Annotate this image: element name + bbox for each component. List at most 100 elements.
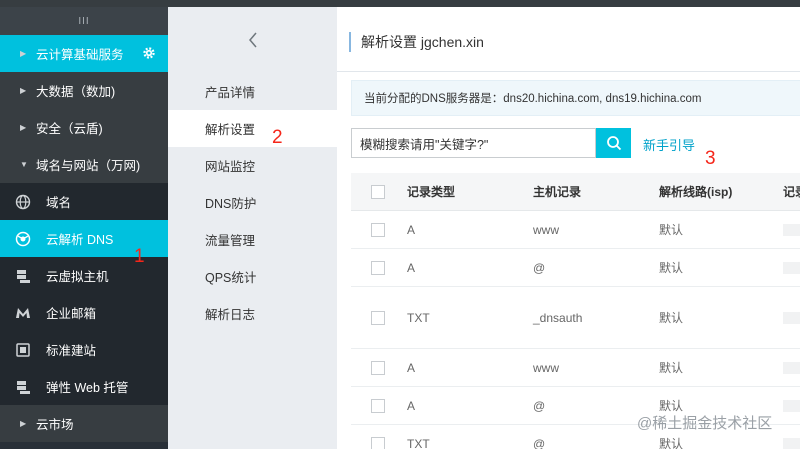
sidebar-group-cloud-basic[interactable]: ▶ 云计算基础服务 [0, 35, 168, 72]
sidebar-group-label: 大数据（数加) [36, 85, 116, 99]
subnav-label: DNS防护 [205, 197, 257, 211]
cell-type: TXT [407, 310, 430, 325]
blurred-value [783, 361, 800, 374]
row-checkbox[interactable] [371, 310, 385, 325]
caret-right-icon: ▶ [20, 419, 27, 428]
dns-server-notice: 当前分配的DNS服务器是：dns20.hichina.com, dns19.hi… [351, 80, 800, 116]
subnav-item-product-details[interactable]: 产品详情 [168, 73, 337, 110]
cell-line: 默认 [659, 311, 684, 325]
blurred-value [783, 399, 800, 412]
subnav-item-traffic-management[interactable]: 流量管理 [168, 221, 337, 258]
dns-icon [14, 230, 32, 248]
globe-icon [14, 193, 32, 211]
sidebar-group-label: 安全（云盾) [36, 122, 103, 136]
row-checkbox[interactable] [371, 222, 385, 237]
cell-host: _dnsauth [533, 310, 583, 325]
column-header-host: 主机记录 [533, 185, 582, 199]
row-checkbox[interactable] [371, 436, 385, 449]
gear-icon[interactable] [142, 46, 156, 60]
server-icon [14, 267, 32, 285]
subnav-item-dns-protection[interactable]: DNS防护 [168, 184, 337, 221]
subnav-item-dns-logs[interactable]: 解析日志 [168, 295, 337, 332]
column-header-line: 解析线路(isp) [659, 185, 733, 199]
table-row: TXT _dnsauth 默认 [351, 287, 800, 349]
sidebar-item-label: 云解析 DNS [46, 233, 114, 247]
sidebar: III ▶ 云计算基础服务 ▶ 大数据（数加) ▶ 安全（云盾) ▼ 域名与网站… [0, 7, 168, 449]
cell-host: www [533, 222, 559, 237]
watermark: @稀土掘金技术社区 [637, 415, 773, 432]
caret-right-icon: ▶ [20, 123, 27, 132]
subnav-header [168, 7, 337, 73]
sidebar-item-web-hosting[interactable]: 弹性 Web 托管 [0, 368, 168, 405]
sidebar-group-label: 云计算基础服务 [36, 48, 124, 62]
blurred-value [783, 311, 800, 324]
dns-records-table: 记录类型 主机记录 解析线路(isp) 记录 A www 默认 A @ 默认 T… [351, 173, 800, 449]
cell-type: A [407, 360, 416, 375]
subnav-label: 产品详情 [205, 86, 256, 100]
sidebar-group-label: 云市场 [36, 418, 74, 432]
caret-down-icon: ▼ [20, 160, 28, 169]
sidebar-group-domain-website[interactable]: ▼ 域名与网站（万网) [0, 146, 168, 183]
divider [337, 71, 800, 72]
sidebar-item-label: 企业邮箱 [46, 307, 97, 321]
sidebar-group-marketplace[interactable]: ▶ 云市场 [0, 405, 168, 442]
sidebar-item-label: 标准建站 [46, 344, 97, 358]
sidebar-group-security[interactable]: ▶ 安全（云盾) [0, 109, 168, 146]
caret-right-icon: ▶ [20, 49, 27, 58]
cell-type: A [407, 222, 416, 237]
sidebar-item-standard-site[interactable]: 标准建站 [0, 331, 168, 368]
beginner-guide-link[interactable]: 新手引导 [643, 135, 695, 154]
column-header-value: 记录 [783, 185, 800, 199]
row-checkbox[interactable] [371, 360, 385, 375]
cell-host: @ [533, 398, 546, 413]
table-row: A @ 默认 [351, 249, 800, 287]
table-row: A www 默认 [351, 349, 800, 387]
notice-text: 当前分配的DNS服务器是：dns20.hichina.com, dns19.hi… [364, 93, 702, 105]
annotation-step-2: 2 [272, 127, 283, 148]
sidebar-item-label: 弹性 Web 托管 [46, 381, 129, 395]
table-row: A www 默认 [351, 211, 800, 249]
row-checkbox[interactable] [371, 398, 385, 413]
top-bar [0, 0, 800, 7]
cell-type: TXT [407, 436, 430, 449]
search-input[interactable]: 模糊搜索请用"关键字?" [351, 128, 596, 158]
sidebar-item-domain[interactable]: 域名 [0, 183, 168, 220]
subnav-label: 流量管理 [205, 234, 256, 248]
search-button[interactable] [596, 128, 631, 158]
sub-navigation: 产品详情 解析设置 网站监控 DNS防护 流量管理 QPS统计 解析日志 [168, 7, 337, 449]
cell-host: @ [533, 436, 546, 449]
cell-line: 默认 [659, 361, 684, 375]
site-icon [14, 341, 32, 359]
sidebar-item-label: 云虚拟主机 [46, 270, 109, 284]
caret-right-icon: ▶ [20, 86, 27, 95]
hosting-icon [14, 378, 32, 396]
subnav-item-qps-stats[interactable]: QPS统计 [168, 258, 337, 295]
subnav-item-site-monitoring[interactable]: 网站监控 [168, 147, 337, 184]
blurred-value [783, 223, 800, 236]
search-icon [606, 136, 621, 151]
subnav-label: 网站监控 [205, 160, 256, 174]
sidebar-group-label: 域名与网站（万网) [36, 159, 141, 173]
sidebar-group-bigdata[interactable]: ▶ 大数据（数加) [0, 72, 168, 109]
blurred-value [783, 261, 800, 274]
annotation-step-3: 3 [705, 148, 716, 169]
main-content: 解析设置 jgchen.xin 当前分配的DNS服务器是：dns20.hichi… [337, 7, 800, 449]
sidebar-item-enterprise-mail[interactable]: 企业邮箱 [0, 294, 168, 331]
select-all-checkbox[interactable] [371, 184, 385, 199]
cell-line: 默认 [659, 261, 684, 275]
cell-type: A [407, 260, 416, 275]
search-placeholder: 模糊搜索请用"关键字?" [360, 137, 489, 152]
column-header-type: 记录类型 [407, 185, 456, 199]
row-checkbox[interactable] [371, 260, 385, 275]
annotation-step-1: 1 [134, 246, 145, 267]
sidebar-item-label: 域名 [46, 196, 72, 210]
page-title: 解析设置 jgchen.xin [349, 32, 484, 52]
sidebar-collapse-handle[interactable]: III [0, 7, 168, 35]
subnav-label: QPS统计 [205, 271, 257, 285]
subnav-item-dns-settings[interactable]: 解析设置 [168, 110, 337, 147]
chevron-left-icon[interactable] [246, 30, 260, 50]
cell-host: www [533, 360, 559, 375]
cell-type: A [407, 398, 416, 413]
blurred-value [783, 437, 800, 449]
cell-line: 默认 [659, 223, 684, 237]
